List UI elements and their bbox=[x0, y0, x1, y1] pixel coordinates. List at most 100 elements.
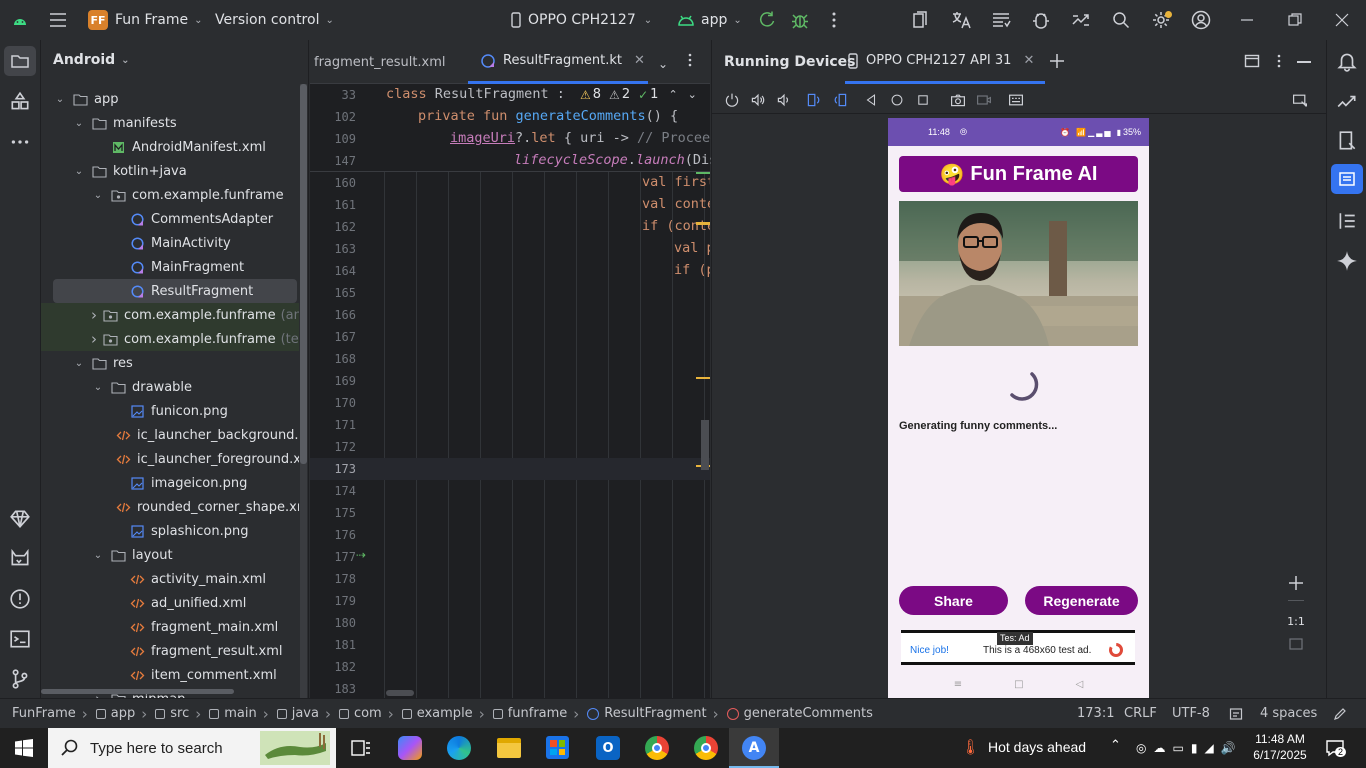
tree-item[interactable]: ic_launcher_background.x bbox=[41, 423, 299, 447]
breadcrumb-item[interactable]: example bbox=[417, 706, 473, 721]
sticky-code-line[interactable]: class ResultFragment : bbox=[386, 86, 565, 102]
chevron-down-icon[interactable]: ⌄ bbox=[72, 358, 86, 369]
rotate-right-icon[interactable] bbox=[832, 92, 848, 108]
tree-item[interactable]: MainFragment bbox=[41, 255, 299, 279]
project-tool-button[interactable] bbox=[4, 46, 36, 76]
settings-button[interactable] bbox=[1151, 0, 1172, 40]
breadcrumb-item[interactable]: java bbox=[292, 706, 319, 721]
tree-item[interactable]: ⌄ layout bbox=[41, 543, 299, 567]
zoom-out-icon[interactable] bbox=[1288, 600, 1304, 601]
ad-choices-icon[interactable] bbox=[1108, 642, 1124, 658]
code-line[interactable]: val conte bbox=[642, 196, 710, 212]
chevron-down-icon[interactable]: ⌄ bbox=[91, 190, 105, 201]
regenerate-button[interactable]: Regenerate bbox=[1025, 586, 1138, 615]
chevron-up-icon[interactable]: ⌃ bbox=[668, 88, 677, 101]
apply-changes-button[interactable] bbox=[757, 0, 777, 40]
tree-item[interactable]: ⌄ res bbox=[41, 351, 299, 375]
git-branch-icon[interactable] bbox=[9, 668, 31, 690]
chevron-down-icon[interactable]: ⌄ bbox=[688, 88, 697, 101]
device-manager-icon[interactable] bbox=[1336, 90, 1358, 112]
breadcrumb-item[interactable]: FunFrame bbox=[12, 706, 76, 721]
tree-item[interactable]: AndroidManifest.xml bbox=[41, 135, 299, 159]
share-button[interactable]: Share bbox=[899, 586, 1008, 615]
tree-item[interactable]: CommentsAdapter bbox=[41, 207, 299, 231]
resource-manager-icon[interactable] bbox=[9, 91, 31, 113]
tree-item[interactable]: funicon.png bbox=[41, 399, 299, 423]
add-device-button[interactable] bbox=[1048, 52, 1066, 70]
copilot-icon[interactable] bbox=[398, 736, 422, 760]
zoom-in-icon[interactable] bbox=[1287, 574, 1305, 592]
file-encoding[interactable]: UTF-8 bbox=[1172, 706, 1210, 721]
tab-list-dropdown[interactable]: ⌄ bbox=[658, 53, 668, 72]
tree-item[interactable]: rounded_corner_shape.xr bbox=[41, 495, 299, 519]
gemini-sparkle-icon[interactable] bbox=[1336, 250, 1358, 272]
gutter-arrow-icon[interactable]: ⇢ bbox=[356, 548, 366, 562]
tab-device[interactable]: OPPO CPH2127 API 31 ✕ bbox=[845, 40, 1045, 84]
breadcrumb-item[interactable]: funframe bbox=[508, 706, 568, 721]
windows-start-icon[interactable] bbox=[15, 739, 33, 757]
tree-item[interactable]: fragment_main.xml bbox=[41, 615, 299, 639]
volume-icon[interactable]: 🔊 bbox=[1221, 741, 1236, 755]
project-view-selector[interactable]: Android ⌄ bbox=[53, 52, 130, 68]
tree-hscrollbar-thumb[interactable] bbox=[41, 689, 234, 694]
display-icon[interactable]: ▭ bbox=[1172, 741, 1183, 755]
more-tools-icon[interactable] bbox=[9, 131, 31, 153]
editor-hscroll-thumb[interactable] bbox=[386, 690, 414, 696]
extended-controls-icon[interactable] bbox=[1008, 92, 1024, 108]
running-devices-tool-button[interactable] bbox=[1331, 164, 1363, 194]
chevron-down-icon[interactable]: ⌄ bbox=[53, 94, 67, 105]
logcat-button[interactable] bbox=[991, 0, 1011, 40]
panel-options-button[interactable] bbox=[1273, 53, 1285, 69]
tree-item[interactable]: ResultFragment bbox=[53, 279, 297, 303]
breadcrumb-item[interactable]: com bbox=[354, 706, 382, 721]
chevron-right-icon[interactable]: › bbox=[91, 330, 97, 348]
tree-item[interactable]: ⌄ com.example.funframe bbox=[41, 183, 299, 207]
tree-item[interactable]: ⌄ drawable bbox=[41, 375, 299, 399]
logcat-cat-icon[interactable] bbox=[9, 548, 31, 570]
breadcrumb-item[interactable]: main bbox=[224, 706, 256, 721]
cloud-icon[interactable]: ☁ bbox=[1153, 741, 1165, 755]
weather-text[interactable]: Hot days ahead bbox=[988, 739, 1086, 755]
phone-screen[interactable]: 11:48 ⦾ ⏰ 📶▁▃▅ ▮ 35% 🤪 Fun Frame AI Gene… bbox=[888, 118, 1149, 698]
task-view-icon[interactable] bbox=[351, 739, 371, 757]
chevron-down-icon[interactable]: ⌄ bbox=[91, 550, 105, 561]
hide-panel-icon[interactable] bbox=[1297, 61, 1311, 63]
sticky-code-line[interactable]: lifecycleScope.launch(Dis bbox=[514, 152, 717, 168]
translations-button[interactable] bbox=[951, 0, 971, 40]
line-separator[interactable]: CRLF bbox=[1124, 706, 1157, 721]
wifi-icon[interactable]: ◢ bbox=[1204, 741, 1213, 755]
volume-up-icon[interactable] bbox=[750, 92, 766, 108]
readonly-icon[interactable] bbox=[1229, 707, 1243, 721]
close-window-button[interactable] bbox=[1335, 0, 1349, 40]
breadcrumb-item[interactable]: generateComments bbox=[744, 706, 873, 721]
home-icon[interactable] bbox=[890, 93, 904, 107]
file-explorer-icon[interactable] bbox=[497, 738, 521, 758]
breadcrumb-item[interactable]: src bbox=[170, 706, 189, 721]
breadcrumb-item[interactable]: ResultFragment bbox=[604, 706, 706, 721]
tab-options-button[interactable] bbox=[684, 52, 696, 68]
indent-setting[interactable]: 4 spaces bbox=[1260, 706, 1317, 721]
chevron-down-icon[interactable]: ⌄ bbox=[72, 166, 86, 177]
notifications-icon[interactable] bbox=[1336, 50, 1358, 72]
chevron-right-icon[interactable]: › bbox=[91, 306, 97, 324]
version-control-menu[interactable]: Version control ⌄ bbox=[215, 0, 334, 40]
tray-chevron-up-icon[interactable]: ⌃ bbox=[1110, 738, 1121, 753]
run-config-selector[interactable]: app ⌄ bbox=[676, 0, 742, 40]
search-everywhere-button[interactable] bbox=[1111, 0, 1131, 40]
chevron-down-icon[interactable]: ⌄ bbox=[72, 118, 86, 129]
close-tab-icon[interactable]: ✕ bbox=[1023, 53, 1034, 68]
meet-icon[interactable]: ◎ bbox=[1136, 741, 1146, 755]
chrome-profile-icon[interactable] bbox=[694, 736, 718, 760]
tree-item[interactable]: ⌄ manifests bbox=[41, 111, 299, 135]
battery-tray-icon[interactable]: ▮ bbox=[1191, 741, 1198, 755]
editor-scroll-thumb[interactable] bbox=[701, 420, 709, 470]
taskbar-search-box[interactable]: Type here to search bbox=[48, 728, 336, 768]
tab-fragment-result-xml[interactable]: fragment_result.xml bbox=[314, 40, 446, 84]
terminal-icon[interactable] bbox=[9, 628, 31, 650]
project-switcher[interactable]: FF Fun Frame ⌄ bbox=[88, 0, 203, 40]
debug-button[interactable] bbox=[790, 0, 810, 40]
mirror-settings-icon[interactable] bbox=[1292, 92, 1308, 108]
edge-browser-icon[interactable] bbox=[447, 736, 471, 760]
structure-icon[interactable] bbox=[1336, 210, 1358, 232]
tree-scrollbar-thumb[interactable] bbox=[300, 84, 307, 464]
